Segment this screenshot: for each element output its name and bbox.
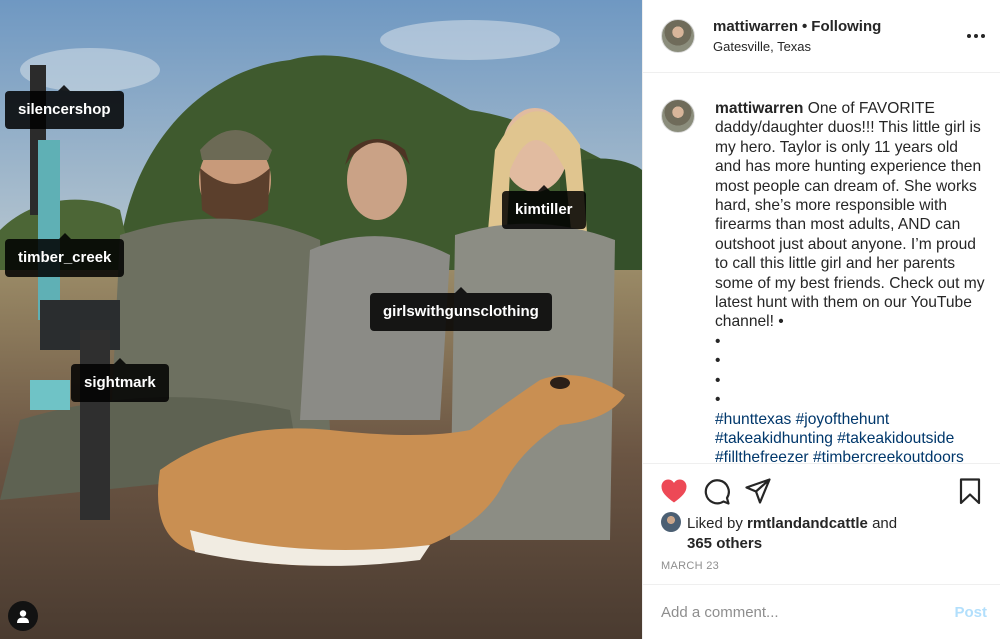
paper-plane-icon <box>745 478 771 504</box>
more-dot <box>981 34 985 38</box>
likes-summary: Liked by rmtlandandcattle and 365 others <box>661 512 897 553</box>
comment-input[interactable] <box>661 603 955 621</box>
photo-tag-timber-creek[interactable]: timber_creek <box>5 233 125 277</box>
action-icon-row <box>659 476 985 506</box>
more-dots-icon <box>967 34 971 38</box>
author-info: mattiwarren • Following Gatesville, Texas <box>713 18 881 54</box>
post-photo[interactable]: silencershop timber_creek kimtiller girl… <box>0 0 642 639</box>
post-date[interactable]: MARCH 23 <box>661 560 719 572</box>
like-button[interactable] <box>659 476 689 506</box>
more-dot <box>974 34 978 38</box>
post-comment-button[interactable]: Post <box>954 604 987 621</box>
post-location[interactable]: Gatesville, Texas <box>713 39 881 54</box>
post-header: mattiwarren • Following Gatesville, Texas <box>643 0 1000 73</box>
caption-hashtags[interactable]: #hunttexas #joyofthehunt #takeakidhuntin… <box>715 411 964 464</box>
likes-others-link[interactable]: 365 others <box>661 534 897 554</box>
heart-filled-icon <box>661 479 687 503</box>
avatar[interactable] <box>661 19 695 53</box>
photo-tag-sightmark[interactable]: sightmark <box>71 358 169 402</box>
comment-icon <box>704 478 730 505</box>
caption-bullet: • <box>715 371 721 389</box>
caption-row: mattiwarren One of FAVORITE daddy/daught… <box>661 99 985 463</box>
bookmark-icon <box>959 477 981 504</box>
follow-status-button[interactable]: Following <box>811 18 881 35</box>
caption-text-block: mattiwarren One of FAVORITE daddy/daught… <box>715 99 985 463</box>
liker-username[interactable]: rmtlandandcattle <box>747 515 868 532</box>
post-actions: Liked by rmtlandandcattle and 365 others… <box>643 463 1000 583</box>
caption-text: One of FAVORITE daddy/daughter duos!!! T… <box>715 100 985 331</box>
photo-tag-kimtiller[interactable]: kimtiller <box>502 185 586 229</box>
likes-prefix: Liked by <box>687 515 743 532</box>
photo-tag-girlswithgunsclothing[interactable]: girlswithgunsclothing <box>370 287 552 331</box>
separator-dot: • <box>802 18 808 35</box>
photo-tag-silencershop[interactable]: silencershop <box>5 85 124 129</box>
more-options-button[interactable] <box>966 26 986 46</box>
save-button[interactable] <box>955 476 985 506</box>
caption-bullet: • <box>715 391 721 409</box>
caption-bullet: • <box>715 352 721 370</box>
share-button[interactable] <box>743 476 773 506</box>
caption-avatar[interactable] <box>661 99 695 133</box>
caption-scroll-area[interactable]: mattiwarren One of FAVORITE daddy/daught… <box>643 73 1000 463</box>
author-username[interactable]: mattiwarren <box>713 18 798 35</box>
comment-bar: Post <box>643 584 1000 639</box>
comment-button[interactable] <box>701 476 731 506</box>
caption-bullet: • <box>715 332 721 350</box>
user-icon <box>17 610 29 623</box>
likes-conj: and <box>872 515 898 532</box>
tagged-users-button[interactable] <box>8 601 38 631</box>
liker-avatar[interactable] <box>661 512 681 532</box>
post-side-panel: mattiwarren • Following Gatesville, Texas … <box>642 0 1000 639</box>
caption-username[interactable]: mattiwarren <box>715 100 803 117</box>
